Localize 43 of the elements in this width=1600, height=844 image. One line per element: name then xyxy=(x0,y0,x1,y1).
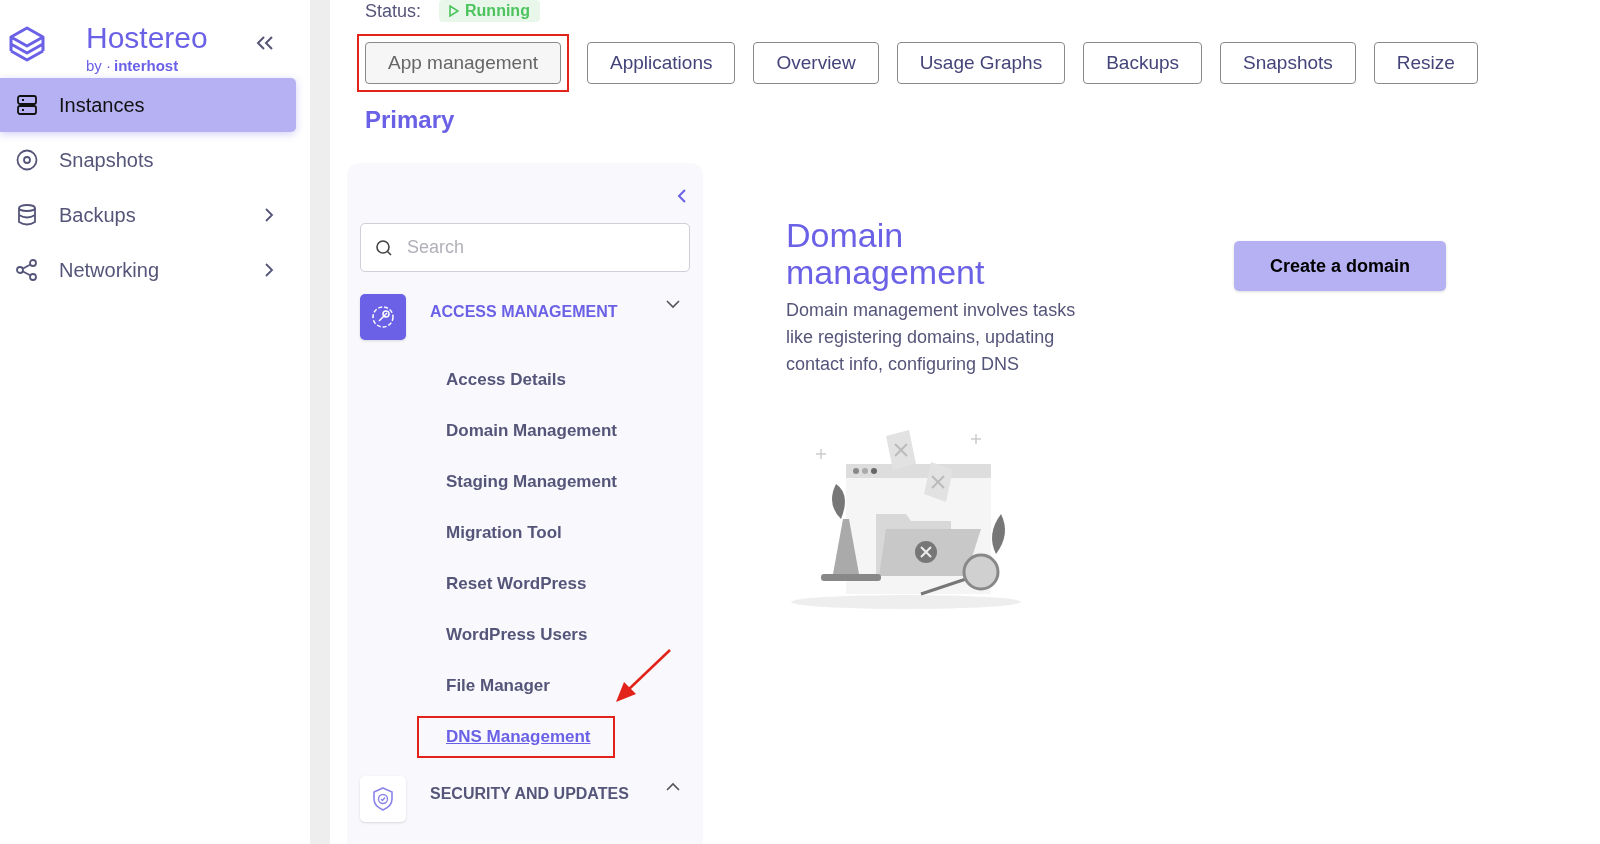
partner-name: interhost xyxy=(114,56,179,76)
search-icon xyxy=(375,239,393,257)
menu-link[interactable]: Reset WordPress xyxy=(446,570,587,597)
sidebar-item[interactable]: Backups xyxy=(0,188,296,242)
play-icon xyxy=(449,5,460,17)
sidebar-item[interactable]: Networking xyxy=(0,243,296,297)
content-description: Domain management involves tasks like registering domains, updating contact info, configuring DNS xyxy=(786,299,1077,376)
menu-link[interactable]: Access Details xyxy=(446,366,567,393)
collapse-icon[interactable] xyxy=(677,189,687,203)
menu-link[interactable]: DNS Management xyxy=(446,723,591,750)
server-icon xyxy=(15,93,39,117)
shield-icon xyxy=(360,776,406,822)
brand-byline: by · xyxy=(86,56,111,76)
tab[interactable]: Usage Graphs xyxy=(896,42,1066,84)
tab[interactable]: Overview xyxy=(753,42,879,84)
section-title: Primary xyxy=(365,105,455,132)
status-label: Status: xyxy=(365,0,422,23)
section-header[interactable]: ACCESS MANAGEMENT xyxy=(430,300,618,324)
gear-icon xyxy=(360,294,406,340)
disc-icon xyxy=(15,148,39,172)
section-header[interactable]: SECURITY AND UPDATES xyxy=(430,782,629,806)
menu-link[interactable]: Staging Management xyxy=(446,468,617,495)
status-badge: Running xyxy=(439,0,540,22)
tab[interactable]: Snapshots xyxy=(1220,42,1356,84)
tab[interactable]: App management xyxy=(365,42,561,84)
content-title: Domain management xyxy=(786,217,986,291)
menu-link[interactable]: Domain Management xyxy=(446,417,617,444)
sidebar-item[interactable]: Snapshots xyxy=(0,133,296,187)
chevron-down-icon[interactable] xyxy=(666,300,680,309)
collapse-icon[interactable] xyxy=(256,36,274,50)
sidebar-item[interactable]: Instances xyxy=(0,78,296,132)
chevron-up-icon[interactable] xyxy=(666,782,680,791)
database-icon xyxy=(15,203,39,227)
menu-link[interactable]: Migration Tool xyxy=(446,519,562,546)
search-field[interactable]: Search xyxy=(360,223,690,272)
share-icon xyxy=(15,258,39,282)
menu-link[interactable]: File Manager xyxy=(446,672,550,699)
tab[interactable]: Backups xyxy=(1083,42,1203,84)
menu-link[interactable]: WordPress Users xyxy=(446,621,588,648)
tab[interactable]: Resize xyxy=(1373,42,1478,84)
brand-name: Hostereo xyxy=(86,22,208,54)
create-domain-button[interactable]: Create a domain xyxy=(1234,241,1446,291)
tab[interactable]: Applications xyxy=(587,42,736,84)
